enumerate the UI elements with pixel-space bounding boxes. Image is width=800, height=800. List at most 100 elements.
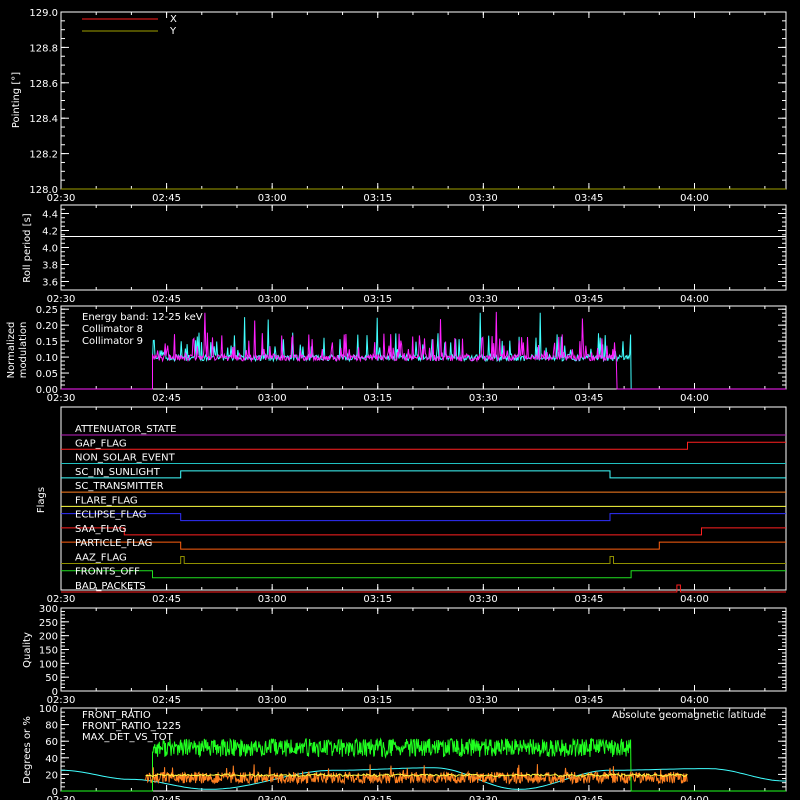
x-tick-label: 04:00 — [680, 393, 709, 404]
y-tick-label: 129.0 — [29, 8, 58, 19]
y-axis-label-line-1: Normalized — [6, 322, 17, 379]
flag-label-particle-flag: PARTICLE_FLAG — [75, 538, 152, 549]
flag-trace-aaz-flag — [61, 555, 786, 564]
x-tick-label: 02:45 — [152, 294, 181, 305]
flag-label-flare-flag: FLARE_FLAG — [75, 495, 138, 506]
y-tick-label: 100 — [39, 704, 58, 715]
plot-frame — [60, 11, 787, 190]
x-tick-label: 03:00 — [258, 695, 287, 706]
plot-frame — [60, 607, 787, 692]
front-ratio-1225-series — [61, 737, 786, 792]
y-tick-label: 0.15 — [36, 337, 58, 348]
flag-label-fronts-off: FRONTS_OFF — [75, 567, 140, 578]
x-tick-label: 04:00 — [680, 795, 709, 800]
y-tick-label: 250 — [39, 618, 58, 629]
x-tick-label: 03:30 — [469, 193, 498, 204]
y-tick-label: 0.10 — [36, 353, 58, 364]
y-tick-label: 4.4 — [42, 210, 58, 221]
flag-label-saa-flag: SAA_FLAG — [75, 524, 126, 535]
flag-label-aaz-flag: AAZ_FLAG — [75, 552, 127, 563]
y-tick-label: 0.20 — [36, 321, 58, 332]
flag-label-bad-packets: BAD_PACKETS — [75, 581, 146, 592]
x-tick-label: 03:30 — [469, 795, 498, 800]
y-tick-label: 4.2 — [42, 227, 58, 238]
x-tick-label: 04:00 — [680, 193, 709, 204]
x-tick-label: 03:30 — [469, 393, 498, 404]
flags-panel: 02:30 02:45 03:00 03:15 03:30 03:45 04:00ATTEN… — [36, 406, 787, 605]
legend-label-front-ratio: FRONT_RATIO — [82, 710, 151, 721]
y-tick-label: 200 — [39, 632, 58, 643]
x-tick-label: 03:30 — [469, 294, 498, 305]
y-axis-label: Roll period [s] — [22, 213, 33, 282]
legend-label-front-ratio-1225: FRONT_RATIO_1225 — [82, 721, 181, 732]
flag-trace-eclipse-flag — [61, 513, 786, 522]
x-tick-label: 03:15 — [363, 294, 392, 305]
y-axis-label: Degrees or % — [22, 716, 33, 784]
x-tick-label: 02:30 — [47, 294, 76, 305]
x-tick-label: 03:00 — [258, 294, 287, 305]
y-tick-label: 3.8 — [42, 261, 58, 272]
ratios-panel: 02:3002:4503:0003:1503:3003:4504:0002040… — [22, 704, 787, 800]
y-tick-label: 128.6 — [29, 79, 58, 90]
y-tick-label: 128.0 — [29, 185, 58, 196]
y-tick-label: 4.0 — [42, 244, 58, 255]
y-tick-label: 0.00 — [36, 385, 58, 396]
x-tick-label: 02:45 — [152, 193, 181, 204]
y-tick-label: 0 — [52, 787, 58, 798]
flag-trace-bad-packets — [61, 584, 786, 593]
x-tick-label: 03:30 — [469, 594, 498, 605]
x-tick-label: 03:00 — [258, 393, 287, 404]
y-tick-label: 300 — [39, 604, 58, 615]
latitude-annotation: Absolute geomagnetic latitude — [612, 710, 766, 721]
roll-period-panel: 02:30 02:45 03:00 03:15 03:30 03:45 04:00 3.6 3.… — [22, 204, 787, 305]
plot-frame — [60, 204, 787, 291]
x-tick-label: 03:15 — [363, 594, 392, 605]
flag-label-non-solar-event: NON_SOLAR_EVENT — [75, 453, 176, 464]
x-tick-label: 04:00 — [680, 695, 709, 706]
y-axis-label: Pointing [°] — [11, 72, 22, 128]
flag-label-eclipse-flag: ECLIPSE_FLAG — [75, 510, 146, 521]
x-tick-label: 02:45 — [152, 594, 181, 605]
x-tick-label: 03:15 — [363, 695, 392, 706]
legend-label-y: Y — [169, 26, 177, 37]
modulation-panel: 02:30 02:45 03:00 03:15 03:30 03:45 04:000.000… — [6, 305, 787, 404]
y-axis-label: Quality — [22, 632, 33, 668]
modulation-series-collimator-9 — [61, 311, 786, 390]
y-tick-label: 40 — [45, 754, 58, 765]
x-tick-label: 02:45 — [152, 795, 181, 800]
quality-panel: 02:30 02:45 03:00 03:15 03:30 03:45 04:0005010… — [22, 604, 787, 706]
x-tick-label: 03:45 — [574, 294, 603, 305]
x-tick-label: 03:00 — [258, 795, 287, 800]
flag-trace-saa-flag — [61, 527, 786, 536]
y-tick-label: 100 — [39, 659, 58, 670]
y-tick-label: 0 — [52, 687, 58, 698]
x-tick-label: 03:15 — [363, 193, 392, 204]
x-tick-label: 03:45 — [574, 695, 603, 706]
y-axis-label-line-2: modulation — [18, 322, 29, 379]
y-tick-label: 50 — [45, 673, 58, 684]
y-tick-label: 80 — [45, 721, 58, 732]
y-tick-label: 0.05 — [36, 369, 58, 380]
flag-trace-particle-flag — [61, 541, 786, 550]
y-tick-label: 0.25 — [36, 305, 58, 316]
x-tick-label: 03:30 — [469, 695, 498, 706]
flag-label-sc-transmitter: SC_TRANSMITTER — [75, 481, 164, 492]
figure: 02:30 02:45 03:00 03:15 03:30 03:45 04:00 128.0… — [0, 0, 800, 800]
legend-title: Energy band: 12-25 keV — [82, 312, 203, 323]
flag-trace-gap-flag — [61, 441, 786, 450]
flag-label-gap-flag: GAP_FLAG — [75, 438, 127, 449]
pointing-panel: 02:30 02:45 03:00 03:15 03:30 03:45 04:00128.0… — [11, 8, 787, 204]
y-tick-label: 150 — [39, 646, 58, 657]
y-tick-label: 3.6 — [42, 278, 58, 289]
flag-trace-sc-in-sunlight — [61, 470, 786, 479]
x-tick-label: 03:15 — [363, 393, 392, 404]
x-tick-label: 02:45 — [152, 393, 181, 404]
x-tick-label: 03:00 — [258, 193, 287, 204]
legend-label-x: X — [170, 14, 177, 25]
x-tick-label: 03:45 — [574, 795, 603, 800]
x-tick-label: 03:15 — [363, 795, 392, 800]
x-tick-label: 04:00 — [680, 294, 709, 305]
x-tick-label: 03:45 — [574, 594, 603, 605]
x-tick-label: 03:45 — [574, 393, 603, 404]
x-tick-label: 03:00 — [258, 594, 287, 605]
